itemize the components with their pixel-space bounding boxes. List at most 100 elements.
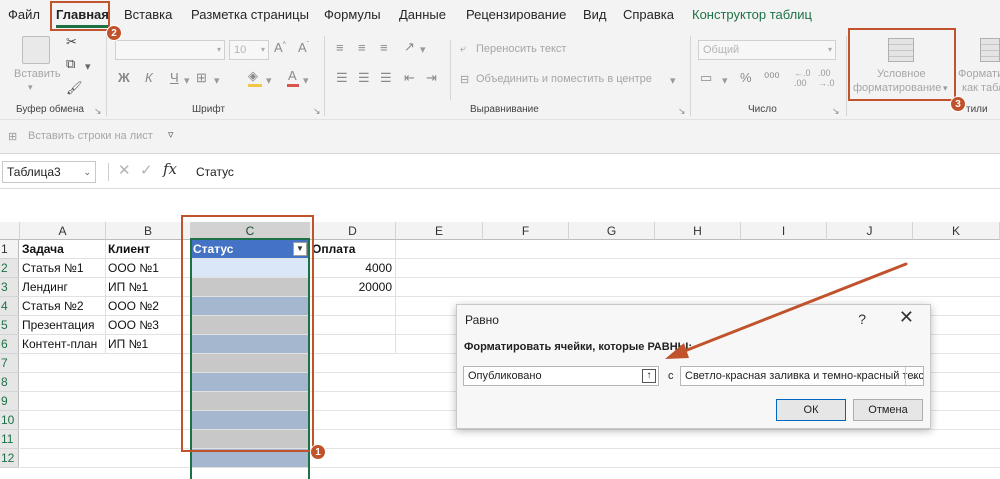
merge-icon[interactable]: ⊟	[460, 73, 469, 86]
number-launcher-icon[interactable]: ↘	[832, 106, 840, 117]
align-middle-icon[interactable]: ≡	[358, 40, 366, 55]
table-cell[interactable]: Контент-план	[20, 335, 106, 354]
row-header[interactable]: 12	[0, 449, 19, 468]
percent-icon[interactable]: %	[740, 70, 752, 85]
value-input[interactable]: Опубликовано ↑	[463, 366, 659, 386]
cut-icon[interactable]: ✂	[66, 34, 77, 50]
column-header[interactable]: F	[483, 222, 569, 240]
status-cell[interactable]	[191, 259, 310, 278]
font-color-icon[interactable]: A	[288, 68, 297, 83]
increase-indent-icon[interactable]: ⇥	[426, 70, 437, 86]
enter-icon[interactable]: ✓	[140, 161, 153, 179]
status-cell[interactable]	[191, 392, 310, 411]
paste-chevron-icon[interactable]: ▾	[28, 82, 33, 93]
row-header[interactable]: 6	[0, 335, 19, 354]
paste-button[interactable]: Вставить	[14, 68, 61, 80]
row-header[interactable]: 7	[0, 354, 19, 373]
align-right-icon[interactable]: ☰	[380, 70, 392, 86]
table-cell[interactable]	[310, 316, 396, 335]
cancel-icon[interactable]: ✕	[118, 161, 131, 179]
table-cell[interactable]: ООО №3	[106, 316, 191, 335]
table-cell[interactable]: Презентация	[20, 316, 106, 335]
bold-button[interactable]: Ж	[118, 70, 130, 85]
status-cell[interactable]	[191, 430, 310, 449]
status-cell[interactable]	[191, 316, 310, 335]
decrease-decimal-icon[interactable]: .00 →.0	[818, 68, 835, 88]
header-cell-task[interactable]: Задача	[20, 240, 106, 259]
menu-view[interactable]: Вид	[583, 0, 607, 30]
underline-chevron-icon[interactable]: ▾	[184, 74, 190, 87]
table-cell[interactable]	[310, 335, 396, 354]
format-as-table-label-2[interactable]: как табл	[962, 82, 1000, 94]
row-header[interactable]: 8	[0, 373, 19, 392]
fill-color-chevron-icon[interactable]: ▾	[266, 74, 272, 87]
alignment-launcher-icon[interactable]: ↘	[678, 106, 686, 117]
status-cell[interactable]	[191, 373, 310, 392]
chevron-down-icon[interactable]: ⌄	[905, 367, 923, 385]
table-cell[interactable]: Статья №1	[20, 259, 106, 278]
menu-data[interactable]: Данные	[399, 0, 446, 30]
formula-content[interactable]: Статус	[196, 165, 234, 179]
column-header[interactable]: G	[569, 222, 655, 240]
filter-dropdown-icon[interactable]: ▼	[293, 242, 307, 256]
row-header[interactable]: 4	[0, 297, 19, 316]
currency-chevron-icon[interactable]: ▾	[722, 74, 728, 87]
fill-color-icon[interactable]: ◈	[248, 68, 258, 84]
menu-file[interactable]: Файл	[8, 0, 40, 30]
name-box[interactable]: Таблица3 ⌄	[2, 161, 96, 183]
close-icon[interactable]: ✕	[899, 307, 914, 328]
orientation-icon[interactable]: ↗	[404, 39, 415, 55]
menu-insert[interactable]: Вставка	[124, 0, 172, 30]
format-as-table-icon[interactable]	[980, 38, 1000, 62]
font-launcher-icon[interactable]: ↘	[313, 106, 321, 117]
status-cell[interactable]	[191, 278, 310, 297]
column-header[interactable]: K	[913, 222, 1000, 240]
wrap-text-icon[interactable]: ⤶	[460, 43, 466, 56]
wrap-text-button[interactable]: Переносить текст	[476, 43, 566, 55]
quick-access-chevron-icon[interactable]: ▿	[168, 128, 174, 141]
conditional-formatting-label-1[interactable]: Условное	[877, 68, 926, 80]
orientation-chevron-icon[interactable]: ▾	[420, 43, 426, 56]
column-header[interactable]: A	[20, 222, 106, 240]
increase-font-icon[interactable]: A^	[274, 40, 286, 55]
collapse-dialog-icon[interactable]: ↑	[642, 369, 656, 383]
column-header[interactable]: B	[106, 222, 191, 240]
status-cell[interactable]	[191, 335, 310, 354]
table-cell[interactable]: ООО №2	[106, 297, 191, 316]
insert-rows-icon[interactable]: ⊞	[8, 130, 17, 143]
name-box-chevron-icon[interactable]: ⌄	[83, 162, 91, 182]
row-header[interactable]: 1	[0, 240, 19, 259]
column-header-selected[interactable]: C	[191, 222, 310, 240]
row-header[interactable]: 5	[0, 316, 19, 335]
currency-icon[interactable]: ▭	[700, 70, 712, 86]
borders-chevron-icon[interactable]: ▾	[214, 74, 220, 87]
decrease-font-icon[interactable]: Aˇ	[298, 40, 309, 55]
table-cell[interactable]: 4000	[310, 259, 396, 278]
conditional-formatting-chevron-icon[interactable]: ▾	[943, 83, 948, 94]
row-header[interactable]: 9	[0, 392, 19, 411]
align-left-icon[interactable]: ☰	[336, 70, 348, 86]
row-header[interactable]: 11	[0, 430, 19, 449]
status-cell[interactable]	[191, 411, 310, 430]
menu-review[interactable]: Рецензирование	[466, 0, 566, 30]
italic-button[interactable]: К	[145, 70, 153, 85]
column-header[interactable]: J	[827, 222, 913, 240]
font-size-combo[interactable]: 10 ▾	[229, 40, 269, 60]
align-top-icon[interactable]: ≡	[336, 40, 344, 55]
row-header[interactable]: 3	[0, 278, 19, 297]
menu-formulas[interactable]: Формулы	[324, 0, 381, 30]
copy-icon[interactable]: ⧉	[66, 56, 75, 72]
header-cell-status[interactable]: Статус ▼	[191, 240, 310, 259]
table-cell[interactable]: Статья №2	[20, 297, 106, 316]
status-cell[interactable]	[191, 449, 310, 468]
select-all-corner[interactable]	[0, 222, 20, 240]
column-header[interactable]: E	[396, 222, 483, 240]
column-header[interactable]: I	[741, 222, 827, 240]
clipboard-launcher-icon[interactable]: ↘	[94, 106, 102, 117]
cancel-button[interactable]: Отмена	[853, 399, 923, 421]
align-center-icon[interactable]: ☰	[358, 70, 370, 86]
font-name-combo[interactable]: ▾	[115, 40, 225, 60]
conditional-formatting-label-2[interactable]: форматирование	[853, 82, 941, 94]
status-cell[interactable]	[191, 354, 310, 373]
menu-help[interactable]: Справка	[623, 0, 674, 30]
